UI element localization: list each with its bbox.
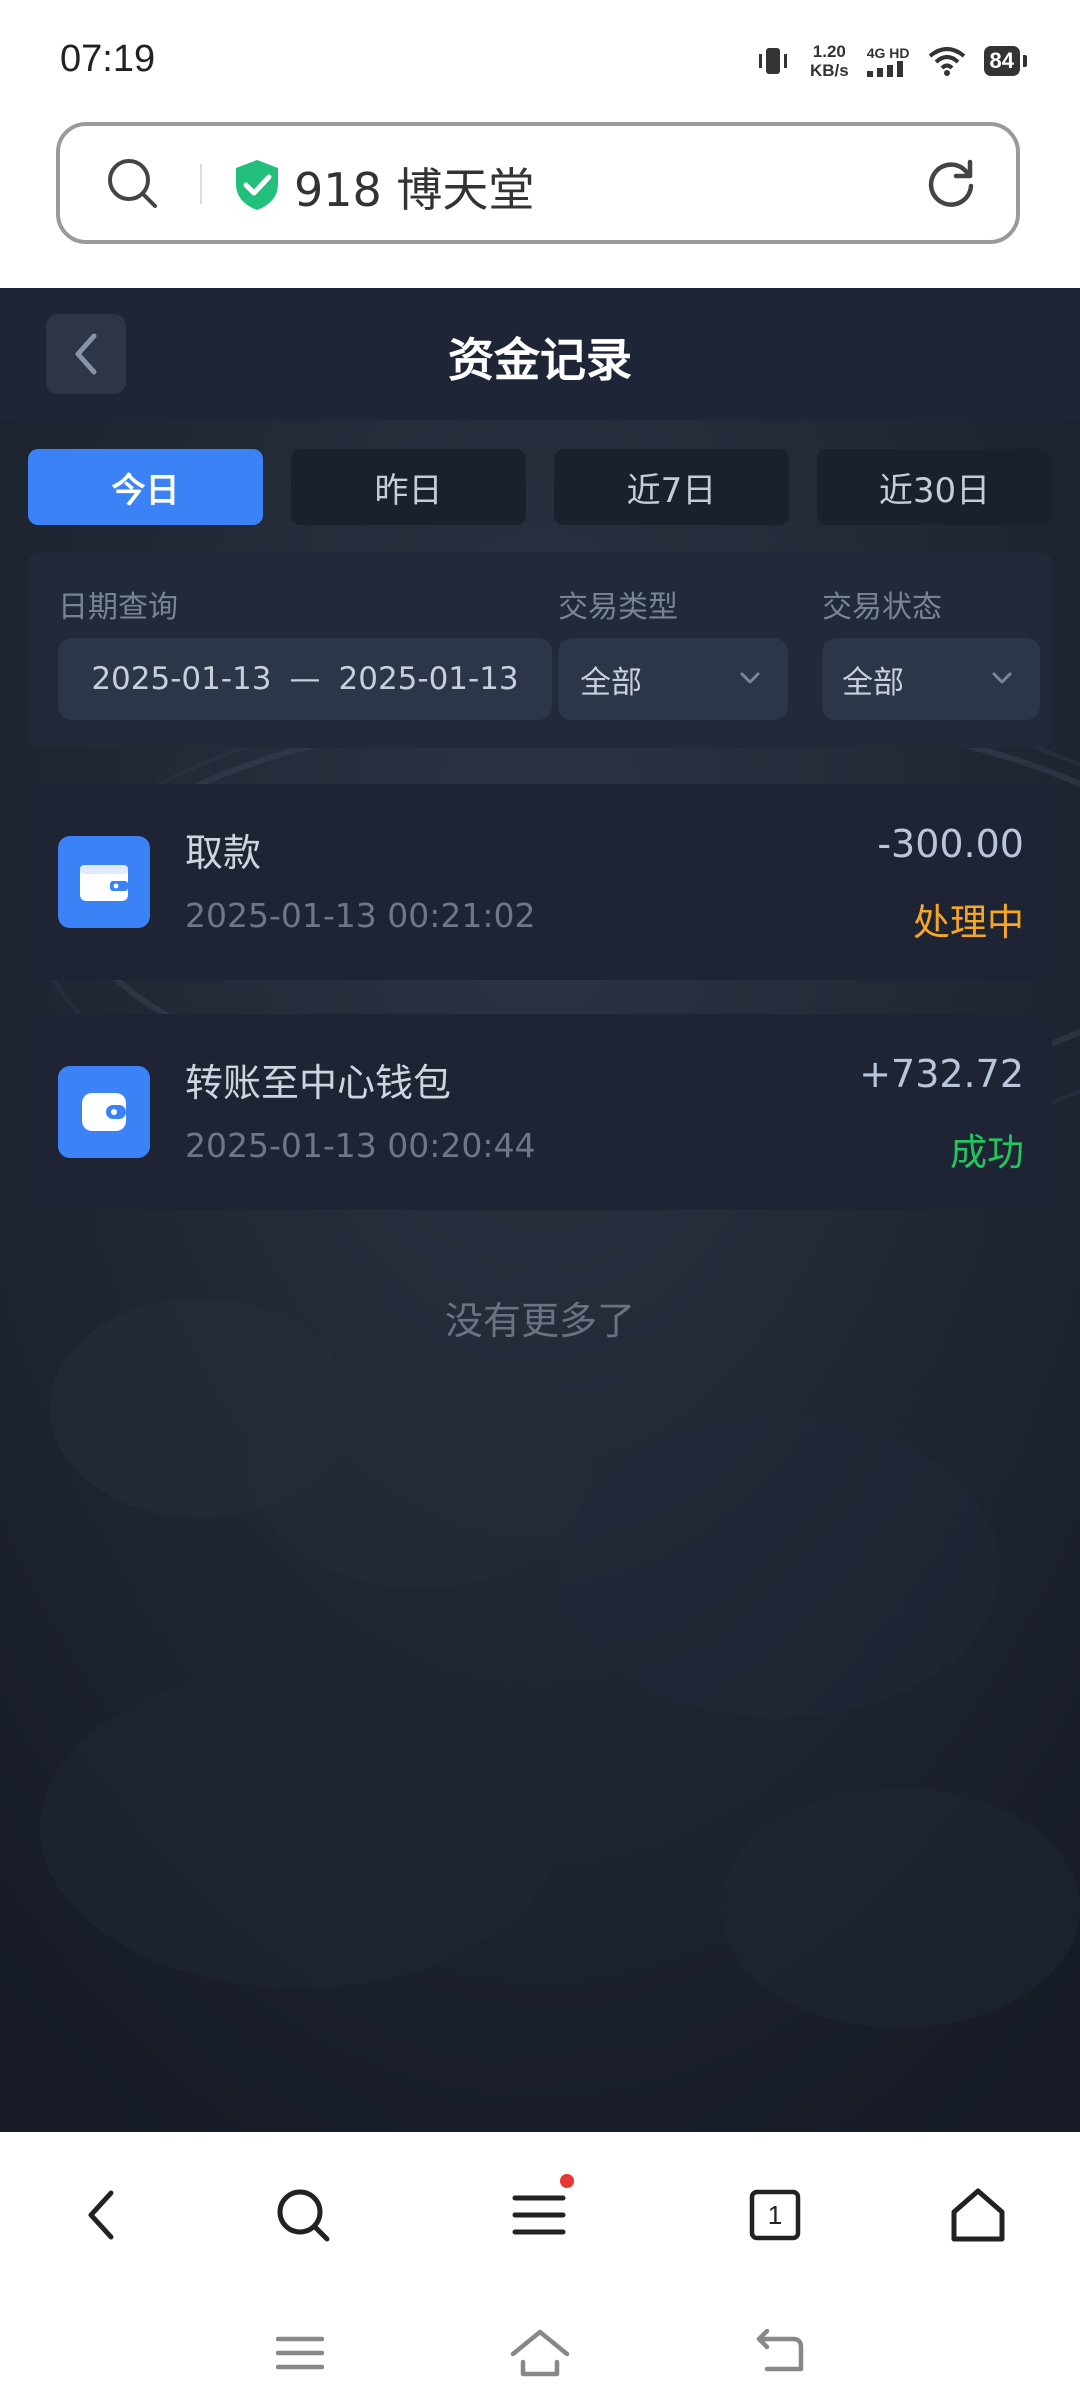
recent-apps-button[interactable] xyxy=(265,2318,335,2388)
notification-dot xyxy=(560,2174,574,2188)
secure-shield-icon xyxy=(236,160,278,210)
search-icon[interactable] xyxy=(105,156,159,210)
tab-7-days[interactable]: 近7日 xyxy=(554,449,789,525)
record-time: 2025-01-13 00:21:02 xyxy=(185,896,536,935)
record-time: 2025-01-13 00:20:44 xyxy=(185,1126,536,1165)
tabs-count: 1 xyxy=(767,2199,783,2230)
home-icon xyxy=(951,2188,1005,2242)
wifi-icon xyxy=(928,47,965,76)
transaction-type-value: 全部 xyxy=(580,664,642,701)
back-arrow-icon xyxy=(756,2329,804,2372)
date-range-picker[interactable]: 2025-01-13 — 2025-01-13 xyxy=(58,638,552,720)
signal-label: 4G HD xyxy=(866,45,910,61)
signal-bars-icon xyxy=(866,61,903,77)
browser-tabs-button[interactable]: 1 xyxy=(730,2170,820,2260)
record-name: 转账至中心钱包 xyxy=(185,1061,452,1105)
record-status: 处理中 xyxy=(913,901,1024,944)
tab-yesterday[interactable]: 昨日 xyxy=(291,449,526,525)
filter-panel: 日期查询 交易类型 交易状态 2025-01-13 — 2025-01-13 全… xyxy=(28,552,1052,748)
date-end: 2025-01-13 xyxy=(338,661,519,697)
record-item[interactable]: 取款 2025-01-13 00:21:02 -300.00 处理中 xyxy=(28,784,1052,980)
net-speed-unit: KB/s xyxy=(809,61,849,80)
home-icon xyxy=(510,2329,570,2377)
battery-indicator: 84 xyxy=(983,46,1028,76)
chevron-down-icon xyxy=(740,672,760,684)
app-header: 资金记录 xyxy=(0,288,1080,420)
net-speed-value: 1.20 xyxy=(812,42,846,61)
page-title: 资金记录 xyxy=(448,333,632,387)
net-speed: 1.20 KB/s xyxy=(810,42,849,80)
browser-search-button[interactable] xyxy=(258,2170,348,2260)
app-content: 资金记录 今日 昨日 近7日 近30日 日期查询 交易类型 交易状态 2025-… xyxy=(0,288,1080,2132)
transaction-status-label: 交易状态 xyxy=(822,590,942,625)
search-icon xyxy=(277,2189,330,2242)
record-name: 取款 xyxy=(185,831,262,875)
browser-menu-button[interactable] xyxy=(494,2170,584,2260)
browser-home-button[interactable] xyxy=(933,2170,1023,2260)
transaction-type-select[interactable]: 全部 xyxy=(558,638,788,720)
date-start: 2025-01-13 xyxy=(91,661,272,697)
transaction-type-label: 交易类型 xyxy=(558,590,678,625)
tab-today[interactable]: 今日 xyxy=(28,449,263,525)
status-bar: 07:19 1.20 KB/s 4G HD 84 xyxy=(0,0,1080,116)
address-bar[interactable]: 918 博天堂 xyxy=(56,122,1020,244)
record-amount: +732.72 xyxy=(859,1052,1024,1096)
chevron-down-icon xyxy=(992,672,1012,684)
wallet-icon xyxy=(58,836,150,928)
transaction-status-select[interactable]: 全部 xyxy=(822,638,1040,720)
menu-icon xyxy=(276,2336,324,2370)
transaction-status-value: 全部 xyxy=(842,664,904,701)
list-end-text: 没有更多了 xyxy=(444,1299,635,1343)
record-item[interactable]: 转账至中心钱包 2025-01-13 00:20:44 +732.72 成功 xyxy=(28,1014,1052,1210)
status-time: 07:19 xyxy=(60,38,156,80)
date-range-tabs: 今日 昨日 近7日 近30日 xyxy=(28,449,1052,525)
system-back-button[interactable] xyxy=(745,2318,815,2388)
vibrate-icon xyxy=(758,48,787,74)
system-navigation xyxy=(0,2292,1080,2408)
cell-signal: 4G HD xyxy=(866,45,910,77)
date-separator: — xyxy=(289,661,321,697)
tabs-count-icon: 1 xyxy=(749,2189,801,2241)
address-divider xyxy=(200,164,202,204)
status-icons: 1.20 KB/s 4G HD 84 xyxy=(754,42,1028,80)
browser-toolbar: 1 xyxy=(0,2132,1080,2292)
tab-30-days[interactable]: 近30日 xyxy=(817,449,1052,525)
date-query-label: 日期查询 xyxy=(58,590,178,625)
record-amount: -300.00 xyxy=(877,822,1024,866)
chevron-left-icon xyxy=(88,2190,114,2240)
menu-icon xyxy=(512,2195,566,2235)
record-status: 成功 xyxy=(950,1131,1024,1174)
site-name[interactable]: 918 博天堂 xyxy=(294,154,534,220)
system-home-button[interactable] xyxy=(505,2318,575,2388)
browser-back-button[interactable] xyxy=(56,2170,146,2260)
wallet-transfer-icon xyxy=(58,1066,150,1158)
reload-icon[interactable] xyxy=(924,156,978,210)
